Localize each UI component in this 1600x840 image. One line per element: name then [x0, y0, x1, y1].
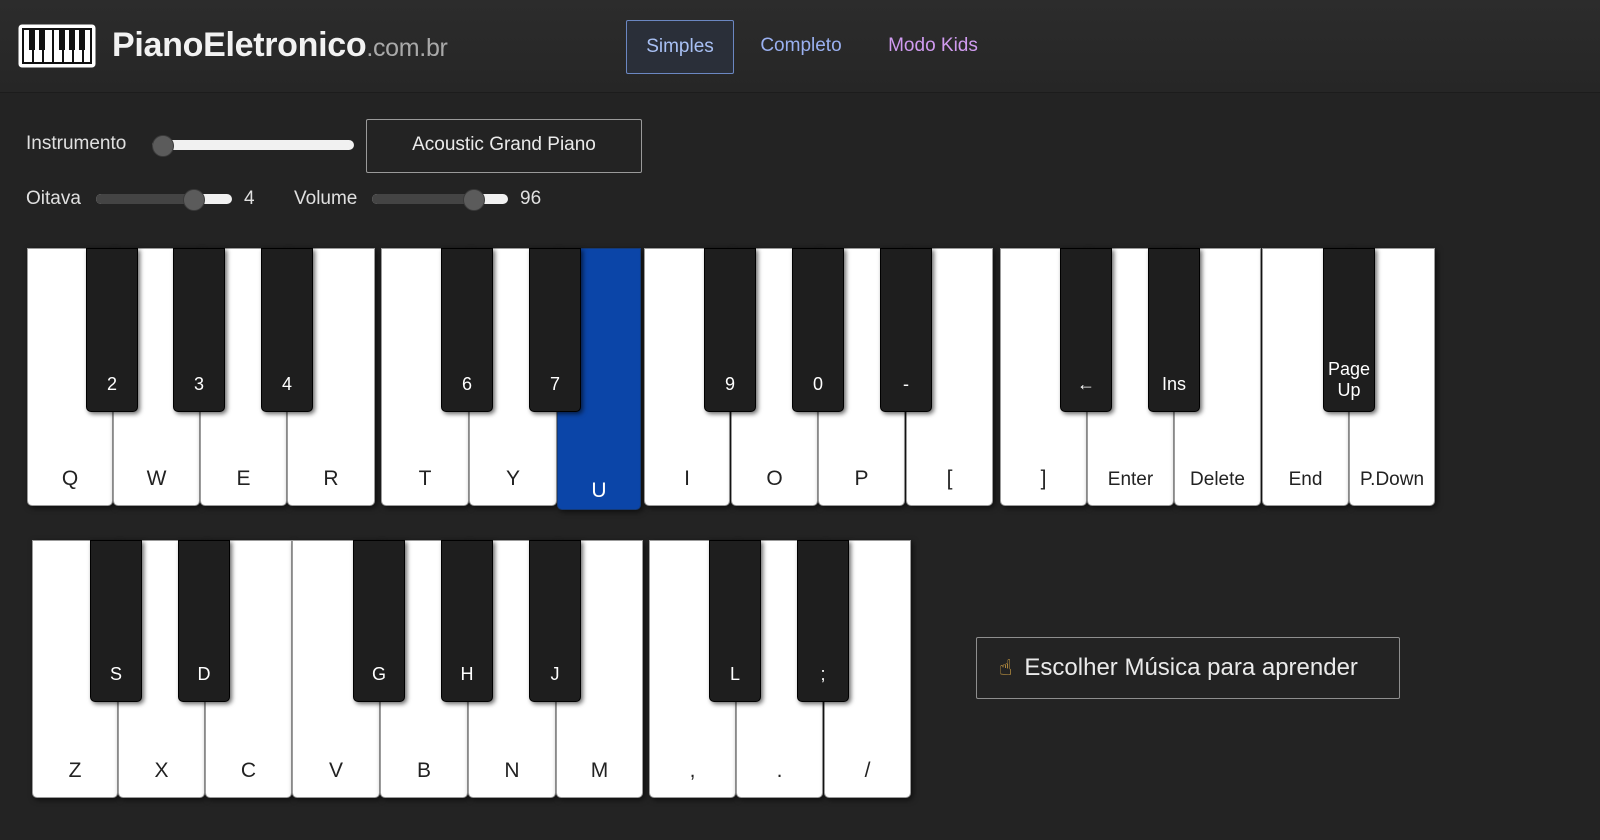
volume-value: 96: [520, 188, 542, 209]
white-key-label: ,: [689, 759, 696, 782]
tab-completo[interactable]: Completo: [752, 20, 850, 72]
black-key[interactable]: Page Up: [1323, 248, 1375, 412]
black-key-label: Ins: [1161, 374, 1186, 394]
white-key-label: End: [1288, 469, 1323, 490]
black-key-label: -: [903, 374, 909, 394]
white-key-label: I: [684, 467, 690, 490]
white-key-label: ]: [1040, 467, 1047, 490]
white-key-label: .: [776, 759, 783, 782]
black-key[interactable]: ←: [1060, 248, 1112, 412]
white-key-label: C: [240, 759, 257, 782]
black-key[interactable]: Ins: [1148, 248, 1200, 412]
octave-slider-fill: [96, 194, 193, 204]
black-key[interactable]: ;: [797, 540, 849, 702]
black-key[interactable]: -: [880, 248, 932, 412]
black-key-label: S: [109, 664, 122, 684]
black-key-label: D: [197, 664, 211, 684]
white-key-label: R: [323, 467, 339, 490]
white-key-label: X: [154, 759, 169, 782]
black-key[interactable]: 2: [86, 248, 138, 412]
black-key-label: 3: [193, 374, 204, 394]
black-key-label: Page Up: [1327, 359, 1371, 400]
white-key-label: Z: [68, 759, 82, 782]
white-key-label: M: [590, 759, 609, 782]
black-key-label: 0: [812, 374, 823, 394]
learn-song-button[interactable]: ☝ Escolher Música para aprender: [976, 637, 1400, 699]
black-key-label: 4: [281, 374, 292, 394]
black-key-label: 7: [549, 374, 560, 394]
black-key-label: G: [371, 664, 386, 684]
site-header: PianoEletronico.com.br Simples Completo …: [0, 0, 1600, 93]
black-key-label: 9: [724, 374, 735, 394]
black-key[interactable]: 3: [173, 248, 225, 412]
white-key-label: O: [766, 467, 783, 490]
black-key[interactable]: 9: [704, 248, 756, 412]
black-key[interactable]: D: [178, 540, 230, 702]
octave-slider[interactable]: [96, 189, 232, 211]
black-key-label: H: [460, 664, 474, 684]
instrument-label: Instrumento: [26, 133, 127, 154]
white-key-label: T: [418, 467, 432, 490]
black-key[interactable]: 7: [529, 248, 581, 412]
black-key[interactable]: L: [709, 540, 761, 702]
white-key-label: /: [864, 759, 871, 782]
instrument-slider-thumb[interactable]: [152, 135, 174, 157]
black-key-label: ←: [1077, 374, 1095, 394]
tab-modo-kids[interactable]: Modo Kids: [878, 20, 988, 72]
black-key-label: J: [550, 664, 560, 684]
black-key[interactable]: J: [529, 540, 581, 702]
volume-slider-fill: [372, 194, 473, 204]
octave-value: 4: [244, 188, 255, 209]
white-key-label: U: [591, 479, 607, 502]
black-key-label: ;: [820, 664, 826, 684]
site-domain: .com.br: [366, 34, 448, 62]
instrument-name-button[interactable]: Acoustic Grand Piano: [366, 119, 642, 173]
pointing-up-hand-icon: ☝: [999, 656, 1013, 681]
white-key-label: E: [236, 467, 251, 490]
white-key-label: [: [946, 467, 953, 490]
black-key-label: 2: [106, 374, 117, 394]
instrument-slider[interactable]: [152, 135, 354, 157]
black-key-label: L: [729, 664, 740, 684]
white-key-label: B: [416, 759, 431, 782]
white-key-label: Enter: [1107, 469, 1154, 490]
volume-slider-thumb[interactable]: [462, 189, 485, 211]
black-key[interactable]: S: [90, 540, 142, 702]
black-key-label: 6: [461, 374, 472, 394]
octave-label: Oitava: [26, 188, 81, 209]
volume-slider[interactable]: [372, 189, 508, 211]
site-logo[interactable]: PianoEletronico.com.br: [112, 26, 448, 65]
volume-label: Volume: [294, 188, 358, 209]
black-key[interactable]: 4: [261, 248, 313, 412]
white-key-label: W: [146, 467, 167, 490]
white-key-label: Delete: [1190, 469, 1245, 490]
octave-slider-thumb[interactable]: [182, 189, 205, 211]
piano-keys-icon[interactable]: [18, 24, 96, 68]
black-key[interactable]: 6: [441, 248, 493, 412]
black-key[interactable]: H: [441, 540, 493, 702]
white-key-label: N: [504, 759, 520, 782]
white-key-label: P: [854, 467, 869, 490]
site-name: PianoEletronico: [112, 26, 367, 64]
white-key-label: Y: [505, 467, 520, 490]
white-key-label: Q: [61, 467, 79, 490]
tab-simples[interactable]: Simples: [626, 20, 734, 74]
learn-song-button-label: Escolher Música para aprender: [1024, 654, 1358, 681]
white-key-label: V: [328, 759, 343, 782]
black-key[interactable]: 0: [792, 248, 844, 412]
black-key[interactable]: G: [353, 540, 405, 702]
white-key-label: P.Down: [1359, 469, 1425, 490]
